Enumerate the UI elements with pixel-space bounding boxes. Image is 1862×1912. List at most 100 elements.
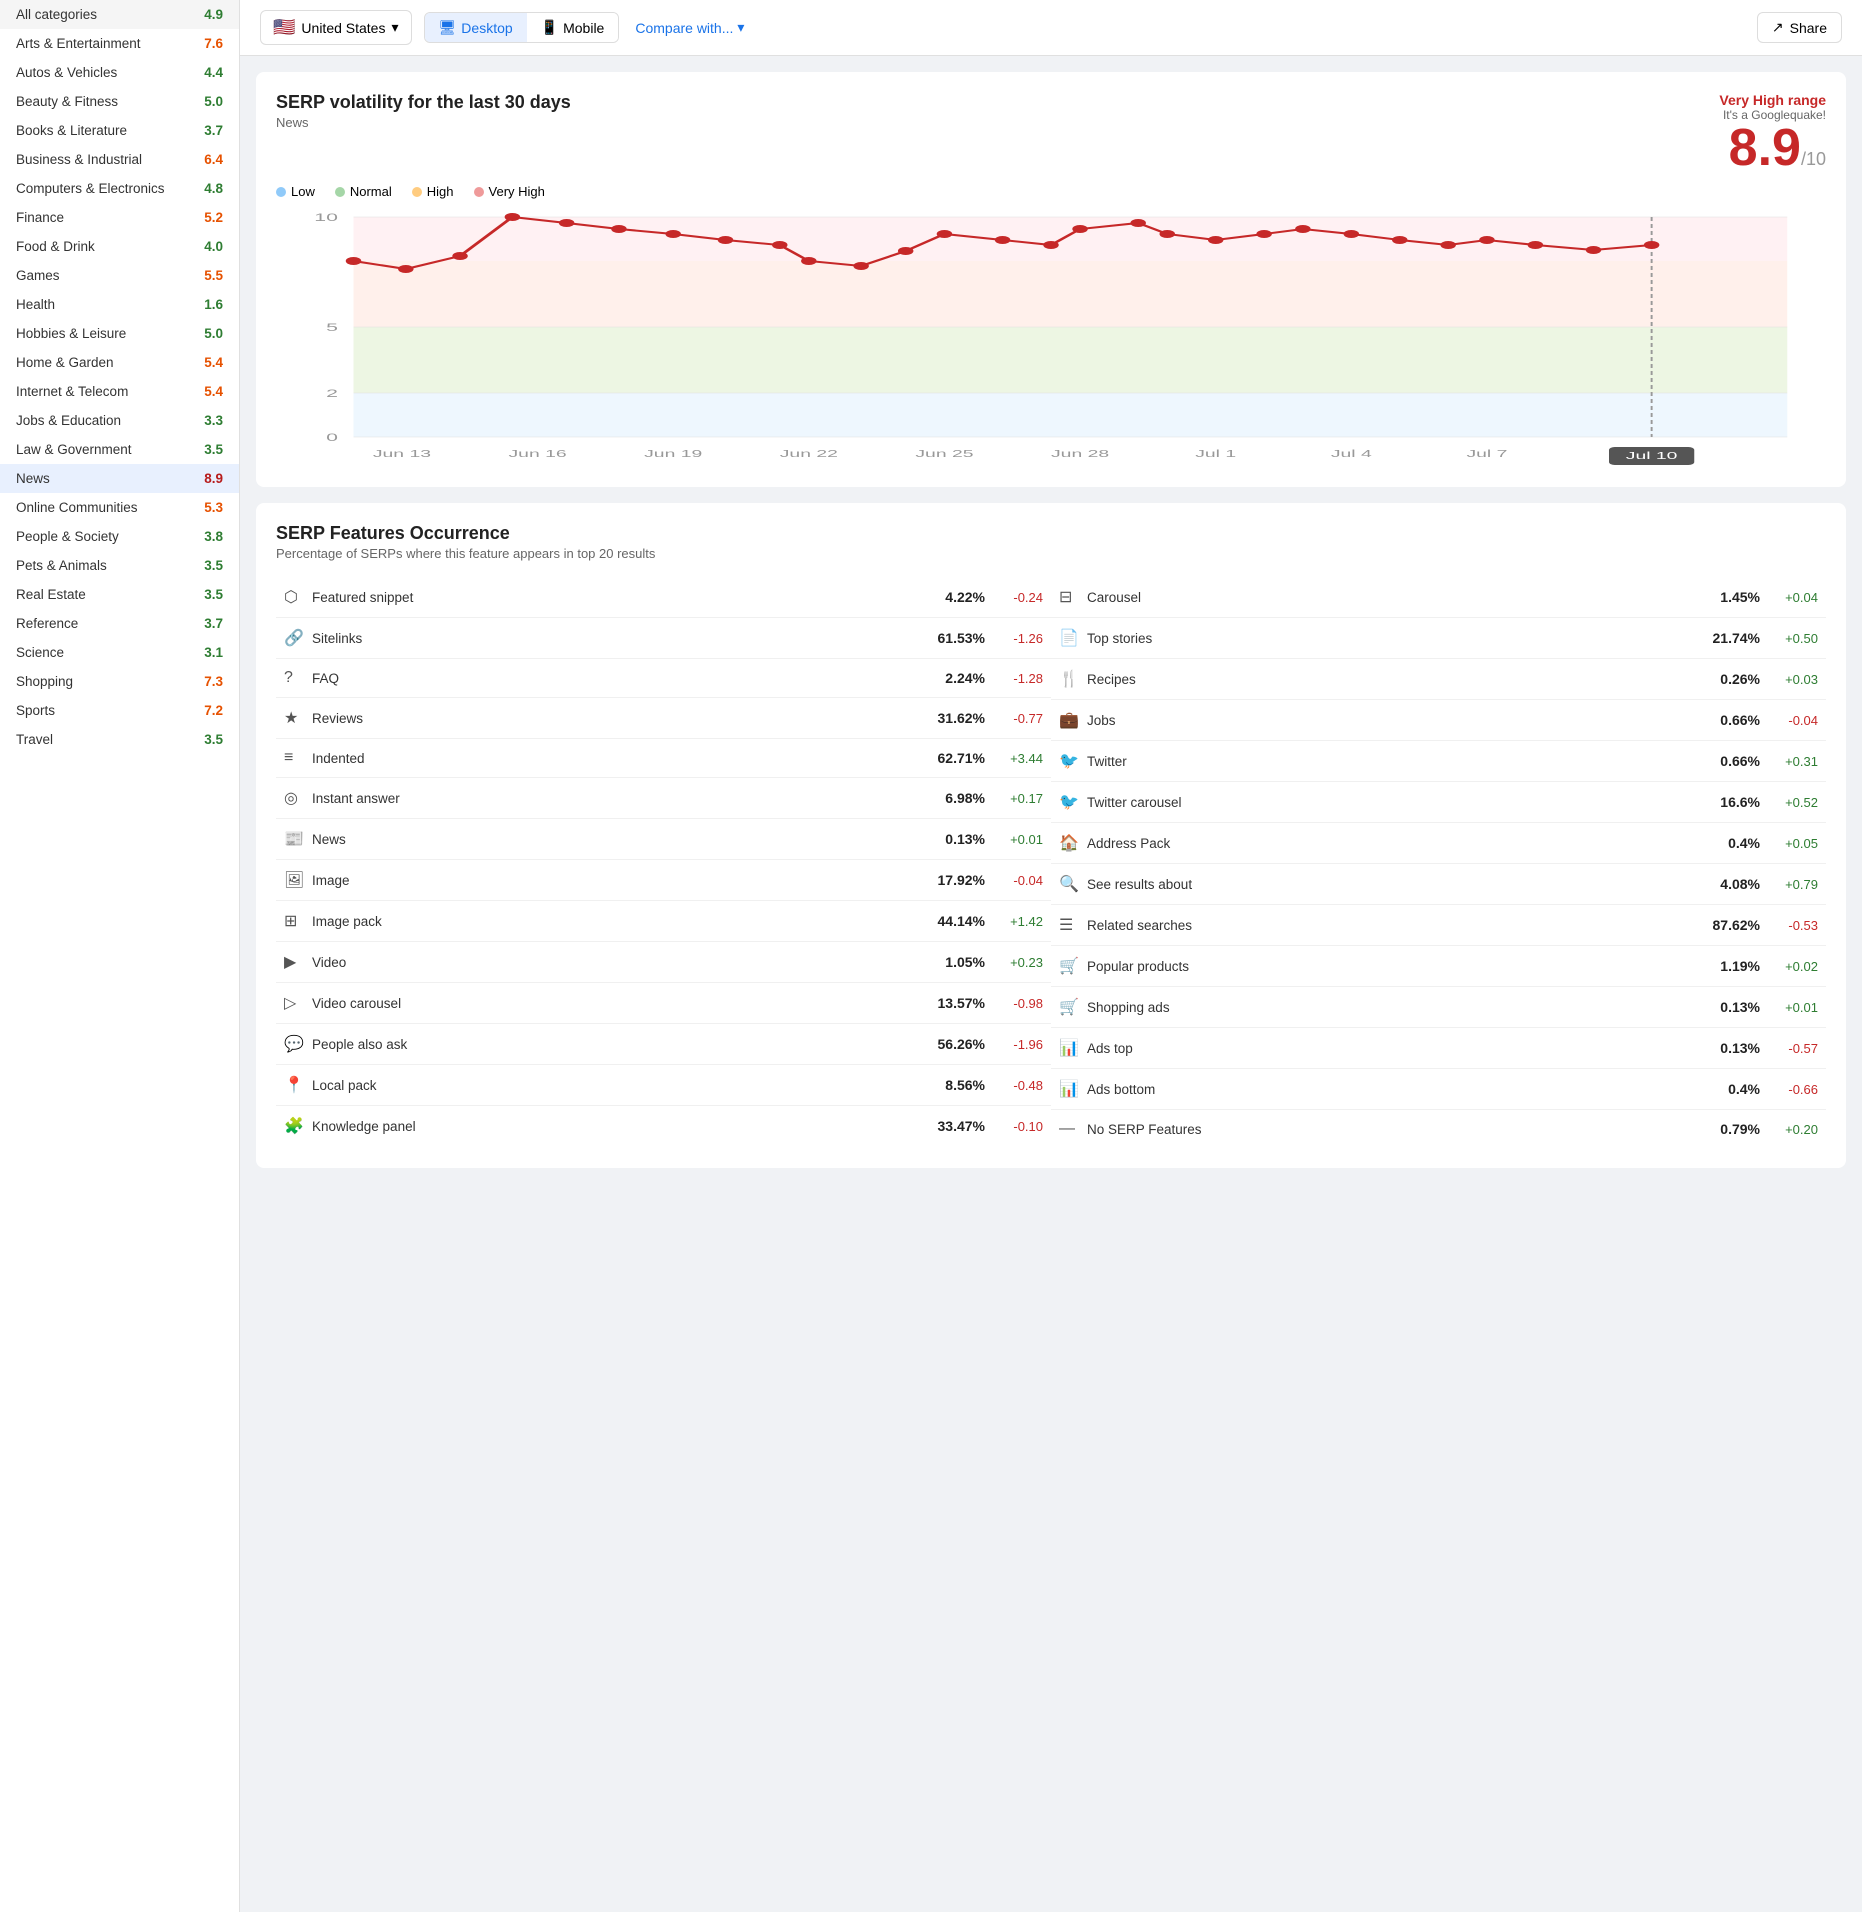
feature-icon: 💬: [284, 1034, 312, 1054]
category-score: 6.4: [204, 152, 223, 167]
feature-row: ⊞ Image pack 44.14% +1.42: [276, 901, 1051, 942]
feature-change: -0.04: [993, 873, 1043, 888]
sidebar-item[interactable]: Arts & Entertainment7.6: [0, 29, 239, 58]
sidebar-item[interactable]: Books & Literature3.7: [0, 116, 239, 145]
sidebar-item[interactable]: News8.9: [0, 464, 239, 493]
feature-icon: 💼: [1059, 710, 1087, 730]
sidebar-item[interactable]: Autos & Vehicles4.4: [0, 58, 239, 87]
sidebar: All categories4.9Arts & Entertainment7.6…: [0, 0, 240, 1912]
feature-name: Ads bottom: [1087, 1082, 1700, 1097]
category-name: Travel: [16, 732, 53, 747]
feature-icon: 🍴: [1059, 669, 1087, 689]
feature-icon: ⬡: [284, 587, 312, 607]
category-name: Games: [16, 268, 60, 283]
feature-pct: 4.08%: [1700, 876, 1760, 892]
feature-row: ◎ Instant answer 6.98% +0.17: [276, 778, 1051, 819]
category-name: Autos & Vehicles: [16, 65, 117, 80]
country-selector[interactable]: 🇺🇸 United States ▾: [260, 10, 412, 45]
feature-name: Jobs: [1087, 713, 1700, 728]
feature-pct: 31.62%: [925, 710, 985, 726]
feature-change: +3.44: [993, 751, 1043, 766]
feature-change: -0.66: [1768, 1082, 1818, 1097]
category-score: 7.2: [204, 703, 223, 718]
sidebar-item[interactable]: Law & Government3.5: [0, 435, 239, 464]
feature-pct: 0.79%: [1700, 1121, 1760, 1137]
svg-text:Jun 22: Jun 22: [780, 449, 838, 460]
feature-pct: 0.26%: [1700, 671, 1760, 687]
feature-name: Shopping ads: [1087, 1000, 1700, 1015]
feature-pct: 0.66%: [1700, 753, 1760, 769]
sidebar-item[interactable]: Jobs & Education3.3: [0, 406, 239, 435]
sidebar-item[interactable]: Sports 7.2: [0, 696, 239, 725]
category-name: Science: [16, 645, 64, 660]
tab-desktop[interactable]: 🖥 Desktop: [425, 13, 527, 42]
feature-name: Image: [312, 873, 925, 888]
feature-row: 📊 Ads bottom 0.4% -0.66: [1051, 1069, 1826, 1110]
sidebar-item[interactable]: Beauty & Fitness5.0: [0, 87, 239, 116]
feature-pct: 62.71%: [925, 750, 985, 766]
feature-name: People also ask: [312, 1037, 925, 1052]
category-name: Arts & Entertainment: [16, 36, 141, 51]
category-score: 3.5: [204, 558, 223, 573]
feature-pct: 0.13%: [1700, 1040, 1760, 1056]
share-button[interactable]: ↗ Share: [1757, 12, 1842, 43]
sidebar-item[interactable]: All categories4.9: [0, 0, 239, 29]
sidebar-item[interactable]: Food & Drink4.0: [0, 232, 239, 261]
category-score: 5.2: [204, 210, 223, 225]
feature-icon: 🏠: [1059, 833, 1087, 853]
category-score: 3.5: [204, 732, 223, 747]
sidebar-item[interactable]: Travel 3.5: [0, 725, 239, 754]
sidebar-item[interactable]: People & Society3.8: [0, 522, 239, 551]
category-name: News: [16, 471, 50, 486]
sidebar-item[interactable]: Science3.1: [0, 638, 239, 667]
feature-row: 🔍 See results about 4.08% +0.79: [1051, 864, 1826, 905]
feature-row: ? FAQ 2.24% -1.28: [276, 659, 1051, 698]
feature-pct: 16.6%: [1700, 794, 1760, 810]
svg-text:0: 0: [326, 431, 338, 443]
volatility-number: 8.9: [1729, 119, 1801, 177]
feature-change: +0.05: [1768, 836, 1818, 851]
sidebar-item[interactable]: Reference3.7: [0, 609, 239, 638]
sidebar-item[interactable]: Computers & Electronics4.8: [0, 174, 239, 203]
category-score: 5.4: [204, 384, 223, 399]
feature-change: -0.48: [993, 1078, 1043, 1093]
sidebar-item[interactable]: Shopping7.3: [0, 667, 239, 696]
feature-row: 💼 Jobs 0.66% -0.04: [1051, 700, 1826, 741]
sidebar-item[interactable]: Real Estate3.5: [0, 580, 239, 609]
feature-row: 🐦 Twitter carousel 16.6% +0.52: [1051, 782, 1826, 823]
sidebar-item[interactable]: Home & Garden5.4: [0, 348, 239, 377]
sidebar-item[interactable]: Pets & Animals3.5: [0, 551, 239, 580]
mobile-icon: 📱: [541, 19, 558, 36]
sidebar-item[interactable]: Health1.6: [0, 290, 239, 319]
sidebar-item[interactable]: Internet & Telecom5.4: [0, 377, 239, 406]
feature-name: Image pack: [312, 914, 925, 929]
feature-row: 🛒 Popular products 1.19% +0.02: [1051, 946, 1826, 987]
features-left-column: ⬡ Featured snippet 4.22% -0.24 🔗 Sitelin…: [276, 577, 1051, 1148]
feature-icon: ?: [284, 669, 312, 687]
feature-row: 🍴 Recipes 0.26% +0.03: [1051, 659, 1826, 700]
sidebar-item[interactable]: Games5.5: [0, 261, 239, 290]
feature-pct: 0.66%: [1700, 712, 1760, 728]
sidebar-item[interactable]: Online Communities5.3: [0, 493, 239, 522]
compare-button[interactable]: Compare with... ▾: [635, 19, 744, 36]
feature-name: Indented: [312, 751, 925, 766]
sidebar-item[interactable]: Finance5.2: [0, 203, 239, 232]
tab-mobile[interactable]: 📱 Mobile: [527, 13, 619, 42]
feature-row: ▷ Video carousel 13.57% -0.98: [276, 983, 1051, 1024]
feature-row: 🏠 Address Pack 0.4% +0.05: [1051, 823, 1826, 864]
category-name: Books & Literature: [16, 123, 127, 138]
features-section: SERP Features Occurrence Percentage of S…: [256, 503, 1846, 1168]
feature-icon: —: [1059, 1120, 1087, 1138]
feature-name: Instant answer: [312, 791, 925, 806]
sidebar-item[interactable]: Hobbies & Leisure5.0: [0, 319, 239, 348]
feature-pct: 0.4%: [1700, 835, 1760, 851]
feature-icon: ◎: [284, 788, 312, 808]
feature-change: +1.42: [993, 914, 1043, 929]
country-flag: 🇺🇸: [273, 17, 295, 38]
category-name: People & Society: [16, 529, 119, 544]
legend-item: Very High: [474, 184, 545, 199]
category-name: Sports: [16, 703, 55, 718]
feature-change: +0.04: [1768, 590, 1818, 605]
feature-icon: 🧩: [284, 1116, 312, 1136]
sidebar-item[interactable]: Business & Industrial6.4: [0, 145, 239, 174]
